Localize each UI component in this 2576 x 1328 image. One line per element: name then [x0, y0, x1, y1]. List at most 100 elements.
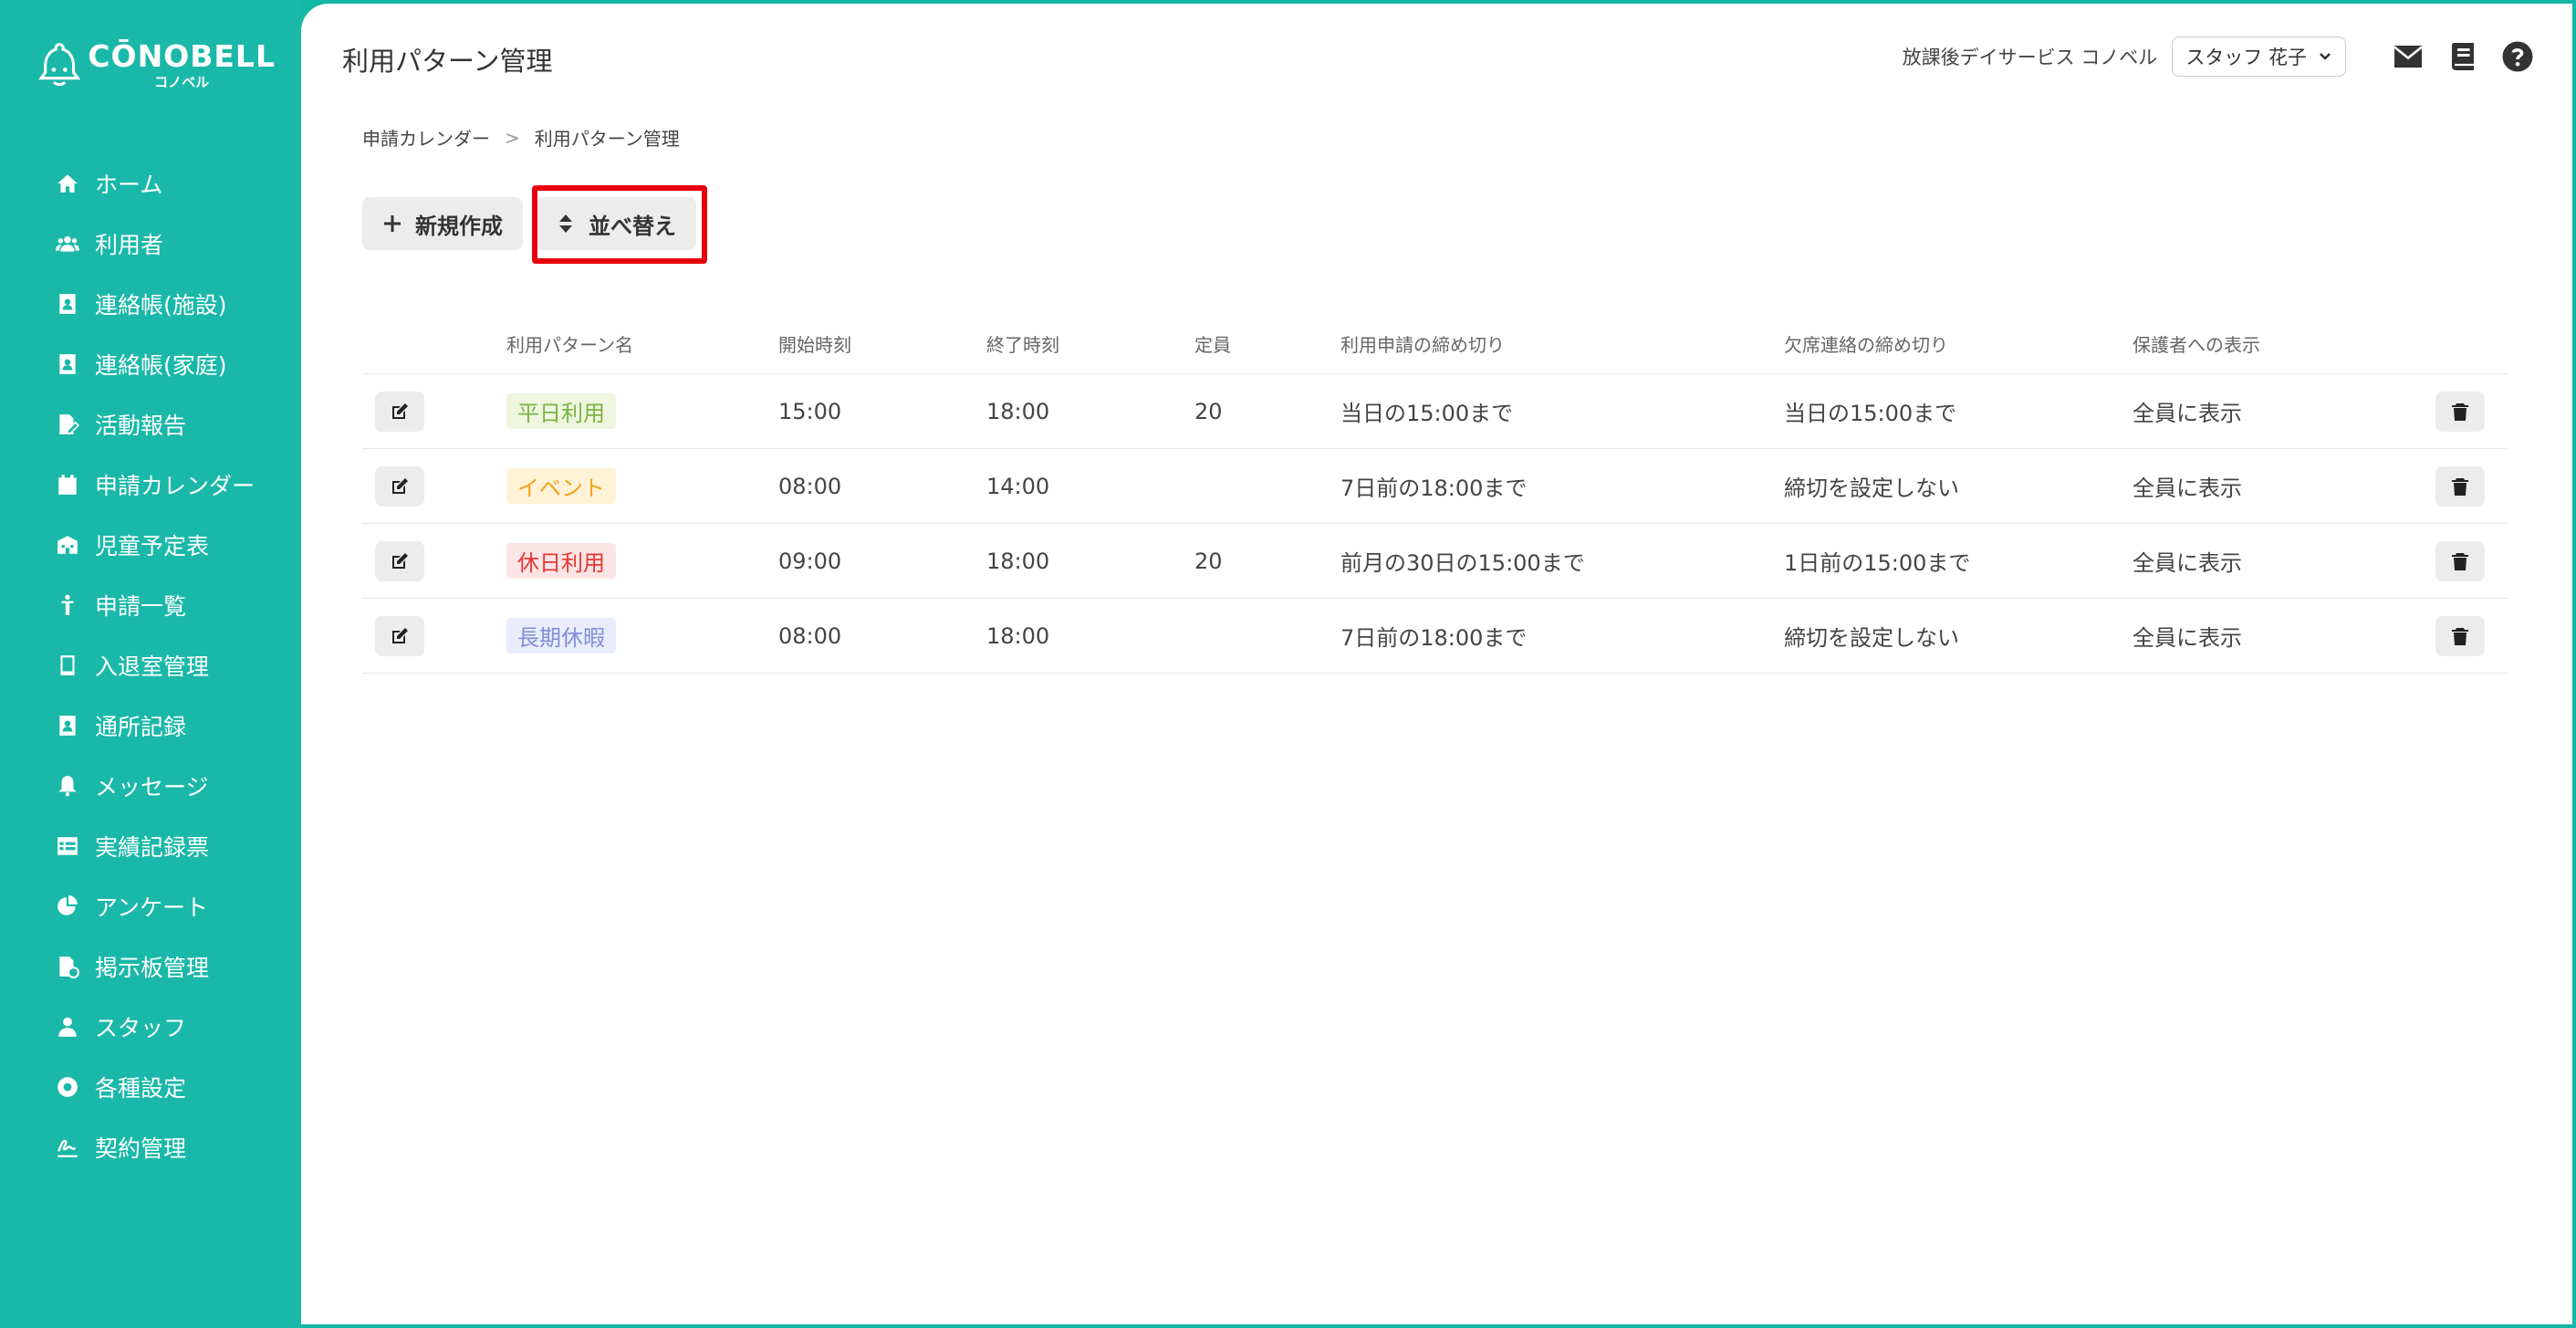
- home-icon: [55, 171, 80, 196]
- page-title: 利用パターン管理: [342, 46, 553, 77]
- plus-icon: [384, 215, 401, 232]
- col-header-end: 終了時刻: [986, 334, 1059, 356]
- delete-button[interactable]: [2435, 540, 2485, 581]
- sidebar-item-request-list[interactable]: 申請一覧: [0, 575, 301, 635]
- sidebar-item-label: 実績記録票: [95, 834, 210, 861]
- trash-icon: [2452, 627, 2468, 645]
- sidebar-item-entry-exit[interactable]: 入退室管理: [0, 635, 301, 695]
- sidebar-item-label: ホーム: [95, 172, 163, 198]
- edit-button[interactable]: [375, 465, 424, 507]
- sidebar-item-staff[interactable]: スタッフ: [0, 997, 301, 1057]
- sidebar-item-label: 連絡帳(施設): [95, 292, 227, 319]
- delete-button[interactable]: [2435, 391, 2485, 432]
- new-button[interactable]: 新規作成: [362, 197, 523, 250]
- users-icon: [55, 231, 80, 256]
- start-time: 15:00: [778, 398, 842, 424]
- apply-deadline: 7日前の18:00まで: [1340, 476, 1528, 501]
- sidebar-item-label: 連絡帳(家庭): [95, 352, 227, 379]
- sidebar-item-label: 掲示板管理: [95, 955, 210, 981]
- start-time: 09:00: [778, 548, 842, 574]
- sidebar-item-board[interactable]: 掲示板管理: [0, 936, 301, 997]
- parent-display: 全員に表示: [2133, 550, 2242, 576]
- delete-button[interactable]: [2435, 615, 2485, 656]
- capacity: 20: [1194, 398, 1223, 424]
- staff-icon: [55, 1014, 80, 1040]
- sidebar-item-contact-facility[interactable]: 連絡帳(施設): [0, 274, 301, 334]
- pie-chart-icon: [55, 894, 80, 919]
- breadcrumb-parent[interactable]: 申請カレンダー: [362, 124, 490, 151]
- edit-button[interactable]: [375, 540, 424, 581]
- sidebar-item-activity-report[interactable]: 活動報告: [0, 394, 301, 455]
- sort-button[interactable]: 並べ替え: [536, 197, 696, 250]
- manual-button[interactable]: [2445, 38, 2481, 75]
- sidebar-item-label: 通所記録: [95, 714, 187, 740]
- sidebar-item-label: 入退室管理: [95, 654, 210, 680]
- edit-icon: [392, 403, 408, 419]
- end-time: 18:00: [986, 622, 1050, 649]
- sidebar-item-request-calendar[interactable]: 申請カレンダー: [0, 455, 301, 515]
- col-header-absence-deadline: 欠席連絡の締め切り: [1784, 334, 1948, 356]
- toolbar: 新規作成 並べ替え: [362, 197, 696, 250]
- breadcrumb: 申請カレンダー > 利用パターン管理: [362, 124, 680, 151]
- sidebar-item-label: メッセージ: [95, 774, 209, 800]
- col-header-start: 開始時刻: [778, 334, 851, 356]
- edit-icon: [392, 552, 408, 569]
- sidebar-item-label: 児童予定表: [95, 533, 210, 559]
- logo[interactable]: CŌNOBELL コノベル: [38, 33, 276, 97]
- sort-button-label: 並べ替え: [589, 213, 676, 239]
- signature-icon: [55, 1135, 80, 1160]
- apply-deadline: 前月の30日の15:00まで: [1340, 550, 1585, 576]
- staff-name: スタッフ 花子: [2185, 47, 2307, 68]
- col-header-capacity: 定員: [1194, 334, 1231, 356]
- staff-select[interactable]: スタッフ 花子: [2172, 37, 2346, 77]
- apply-deadline: 当日の15:00まで: [1340, 401, 1514, 426]
- trash-icon: [2452, 552, 2468, 570]
- sidebar-item-label: 活動報告: [95, 413, 187, 439]
- end-time: 18:00: [986, 548, 1050, 574]
- mail-button[interactable]: [2390, 38, 2426, 75]
- apply-deadline: 7日前の18:00まで: [1340, 625, 1528, 651]
- pattern-tag: 休日利用: [506, 543, 616, 579]
- trash-icon: [2452, 477, 2468, 496]
- sidebar-item-label: 契約管理: [95, 1135, 187, 1162]
- delete-button[interactable]: [2435, 465, 2485, 507]
- sidebar-item-attendance-record[interactable]: 通所記録: [0, 695, 301, 756]
- col-header-name: 利用パターン名: [506, 334, 633, 356]
- header-right: 放課後デイサービス コノベル スタッフ 花子: [1903, 37, 2536, 77]
- sidebar-item-message[interactable]: メッセージ: [0, 756, 301, 816]
- sidebar-item-child-schedule[interactable]: 児童予定表: [0, 515, 301, 575]
- capacity: 20: [1194, 548, 1223, 574]
- new-button-label: 新規作成: [415, 213, 503, 239]
- calendar-icon: [55, 472, 80, 497]
- parent-display: 全員に表示: [2133, 476, 2242, 501]
- contact-book-icon: [55, 291, 80, 317]
- sidebar-item-home[interactable]: ホーム: [0, 153, 301, 214]
- facility-name: 放課後デイサービス コノベル: [1902, 47, 2158, 68]
- start-time: 08:00: [778, 473, 842, 499]
- help-button[interactable]: [2499, 38, 2536, 75]
- contact-book-icon: [55, 351, 80, 377]
- sidebar-item-users[interactable]: 利用者: [0, 214, 301, 274]
- breadcrumb-current: 利用パターン管理: [534, 128, 680, 150]
- absence-deadline: 締切を設定しない: [1784, 625, 1959, 651]
- sidebar-item-settings[interactable]: 各種設定: [0, 1057, 301, 1117]
- absence-deadline: 当日の15:00まで: [1784, 401, 1957, 426]
- sidebar-item-contract[interactable]: 契約管理: [0, 1117, 301, 1177]
- bell-icon: [55, 773, 80, 799]
- gear-icon: [55, 1074, 80, 1100]
- edit-button[interactable]: [375, 615, 424, 656]
- edit-icon: [392, 627, 408, 643]
- pattern-tag: 長期休暇: [506, 618, 616, 654]
- mail-icon: [2393, 46, 2423, 68]
- col-header-apply-deadline: 利用申請の締め切り: [1340, 334, 1505, 356]
- start-time: 08:00: [778, 622, 842, 649]
- sort-icon: [559, 214, 572, 233]
- sidebar-item-performance-record[interactable]: 実績記録票: [0, 816, 301, 876]
- edit-button[interactable]: [375, 391, 424, 432]
- parent-display: 全員に表示: [2133, 625, 2242, 651]
- logo-text: CŌNOBELL: [88, 38, 276, 74]
- sidebar-item-contact-home[interactable]: 連絡帳(家庭): [0, 334, 301, 394]
- report-icon: [55, 412, 80, 437]
- sidebar-item-label: 利用者: [95, 232, 164, 258]
- sidebar-item-survey[interactable]: アンケート: [0, 876, 301, 936]
